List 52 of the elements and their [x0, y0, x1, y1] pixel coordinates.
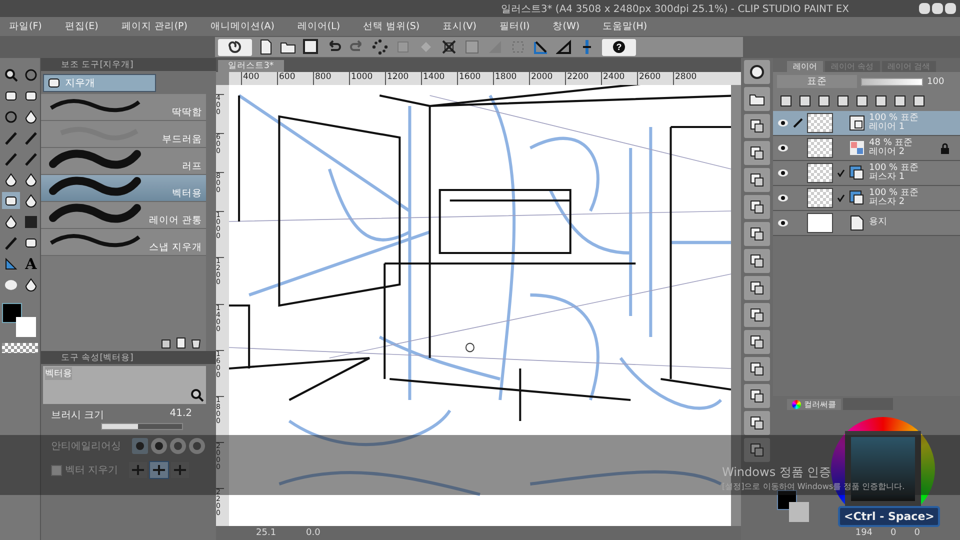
menu-item[interactable]: 파일(F) — [9, 20, 42, 33]
layer-row[interactable]: 용지 — [773, 211, 960, 236]
panel-title: 보조 도구[지우개] — [61, 58, 134, 70]
layer-mode: 100 % 표준 — [869, 188, 918, 198]
sub-tool-item[interactable]: 러프 — [41, 148, 206, 175]
hsv-value: 0 — [914, 528, 920, 538]
menu-item[interactable]: 선택 범위(S) — [363, 20, 420, 33]
opacity-value[interactable]: 100 — [927, 76, 944, 86]
shortcut-hint: <Ctrl - Space> — [838, 506, 940, 527]
antialias-label: 안티에일리어싱 — [51, 440, 121, 453]
blend-mode-dropdown[interactable]: 표준 — [777, 75, 857, 88]
vector-eraser-label: 벡터 지우기 — [65, 464, 118, 477]
document-tab[interactable]: 일러스트3* — [218, 60, 284, 72]
sub-tool-item[interactable]: 부드러움 — [41, 121, 206, 148]
help-button[interactable]: ? — [602, 38, 636, 56]
sub-tool-item[interactable]: 벡터용 — [41, 175, 206, 202]
brush-size-label: 브러시 크기 — [51, 409, 104, 422]
tool-group-tab[interactable]: 지우개 — [43, 74, 156, 92]
layer-row[interactable]: 100 % 표준 레이어 1 — [773, 111, 960, 136]
layer-row[interactable]: 100 % 표준 퍼스자 1 — [773, 161, 960, 186]
panel-title: 도구 속성[벡터용] — [61, 352, 134, 364]
zoom-value[interactable]: 25.1 — [256, 528, 276, 538]
layer-name: 용지 — [869, 218, 887, 228]
menu-item[interactable]: 필터(I) — [500, 20, 530, 33]
sub-tool-item[interactable]: 딱딱함 — [41, 94, 206, 121]
layer-mode: 100 % 표준 — [869, 164, 918, 173]
layer-name: 퍼스자 1 — [869, 173, 906, 182]
angle-value[interactable]: 0.0 — [306, 528, 320, 538]
menu-item[interactable]: 레이어(L) — [297, 20, 340, 33]
menu-item[interactable]: 도움말(H) — [602, 20, 648, 33]
menu-item[interactable]: 애니메이션(A) — [210, 20, 274, 33]
preview-label: 벡터용 — [45, 367, 72, 380]
menu-item[interactable]: 페이지 관리(P) — [121, 20, 188, 33]
layer-mode: 100 % 표준 — [869, 114, 918, 123]
layer-name: 레이어 1 — [869, 123, 906, 132]
menu-item[interactable]: 창(W) — [552, 20, 580, 33]
brush-size-value[interactable]: 41.2 — [170, 408, 192, 422]
layer-row[interactable]: 48 % 표준 레이어 2 — [773, 136, 960, 161]
layer-name: 레이어 2 — [869, 148, 906, 158]
tool-button[interactable]: A — [22, 255, 40, 272]
layer-mode: 48 % 표준 — [869, 138, 913, 148]
hsv-value: 194 — [855, 528, 873, 538]
sub-tool-item[interactable]: 스냅 지우개 — [41, 229, 206, 256]
hsv-value: 0 — [890, 528, 896, 538]
window-title: 일러스트3* (A4 3508 x 2480px 300dpi 25.1%) - CLIP STUDIO PAINT EX — [500, 2, 849, 16]
layer-row[interactable]: 100 % 표준 퍼스자 2 — [773, 186, 960, 211]
menu-item[interactable]: 표시(V) — [442, 20, 477, 33]
panel-tab[interactable]: 컬러써클 — [787, 399, 841, 410]
sub-tool-item[interactable]: 레이어 관통 — [41, 202, 206, 229]
panel-tab[interactable]: 레이어 — [787, 61, 823, 72]
layer-name: 퍼스자 2 — [869, 198, 906, 208]
menu-item[interactable]: 편집(E) — [64, 20, 98, 33]
